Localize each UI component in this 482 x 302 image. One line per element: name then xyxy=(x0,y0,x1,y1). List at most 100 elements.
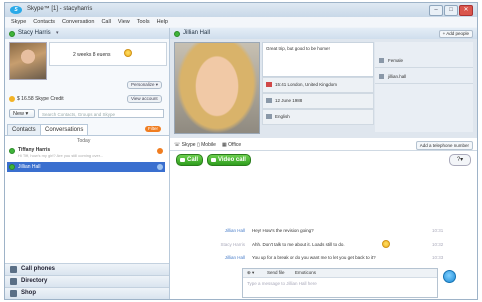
mood-text: 2 weeks 8 euens xyxy=(73,52,111,58)
search-input[interactable]: Search Contacts, Groups and Skype xyxy=(38,109,164,118)
add-people-button[interactable]: + Add people xyxy=(438,30,473,38)
personalize-button[interactable]: Personalize ▾ xyxy=(127,81,163,89)
compose-toolbar: ⊕ ▾ Send file Emoticons xyxy=(243,269,437,278)
message-row: Jillian Hall Hey! How's the revision goi… xyxy=(170,228,477,237)
today-label: Today xyxy=(77,138,91,144)
message-time: 10:31 xyxy=(432,228,444,233)
shop-label: Shop xyxy=(21,290,36,296)
unread-icon xyxy=(157,148,163,154)
user-name: Stacy Harris xyxy=(18,30,51,36)
menu-skype[interactable]: Skype xyxy=(11,17,26,27)
flag-icon xyxy=(266,82,272,87)
message-text: Hey! How's the revision going? xyxy=(252,228,314,233)
tab-skype[interactable]: ☏ Skype xyxy=(174,141,196,149)
credit-amount: $ 16.58 Skype Credit xyxy=(17,96,64,102)
skype-logo-icon: S xyxy=(10,6,22,14)
message-compose-box[interactable]: ⊕ ▾ Send file Emoticons Type a message t… xyxy=(242,268,438,298)
minimize-button[interactable]: – xyxy=(429,5,443,16)
tab-contacts[interactable]: Contacts xyxy=(7,124,41,135)
contact-details: Female jillian.hall xyxy=(375,42,473,132)
smiley-icon xyxy=(124,49,132,57)
menu-help[interactable]: Help xyxy=(157,17,168,27)
window-title: Skype™ [1] - stacyharris xyxy=(27,6,93,12)
message-row: Jillian Hall You up for a break or do yo… xyxy=(170,255,477,264)
conversation-pane: Jillian Hall + Add people Great trip, bu… xyxy=(170,28,477,299)
list-item-selected[interactable]: Jillian Hall xyxy=(7,162,165,172)
credit-coin-icon xyxy=(9,96,15,102)
phone-icon xyxy=(10,266,17,273)
menu-conversation[interactable]: Conversation xyxy=(62,17,94,27)
skype-name-row: jillian.hall xyxy=(375,70,473,84)
contact-photo[interactable] xyxy=(174,42,260,134)
contact-gender: Female xyxy=(388,58,404,63)
contact-tabs: Contacts Conversations Filter xyxy=(5,123,169,136)
shop-section[interactable]: Shop xyxy=(5,287,169,299)
skype-window: S Skype™ [1] - stacyharris – □ ✕ Skype C… xyxy=(4,2,478,300)
more-options-button[interactable]: ?▾ xyxy=(449,154,471,166)
menu-tools[interactable]: Tools xyxy=(137,17,150,27)
credit-row: $ 16.58 Skype Credit View account xyxy=(5,94,169,103)
call-phones-label: Call phones xyxy=(21,266,56,272)
online-status-icon xyxy=(9,148,15,154)
message-sender[interactable]: Jillian Hall xyxy=(225,228,245,233)
mood-message-box[interactable]: 2 weeks 8 euens xyxy=(49,42,167,66)
menu-bar: Skype Contacts Conversation Call View To… xyxy=(5,17,477,27)
online-status-icon[interactable] xyxy=(9,31,15,37)
video-call-button[interactable]: Video call xyxy=(207,154,251,166)
chat-icon xyxy=(157,164,163,170)
tab-conversations[interactable]: Conversations xyxy=(40,124,89,135)
send-file-button[interactable]: Send file xyxy=(267,269,285,277)
birthday-row: 12 June 1988 xyxy=(262,93,374,109)
call-phones-section[interactable]: Call phones xyxy=(5,263,169,275)
conversation-preview: Hi Tiff, how's my girl? Are you still co… xyxy=(18,153,104,158)
online-status-icon xyxy=(9,164,15,170)
calendar-icon xyxy=(266,98,272,103)
new-search-row: New ▾ Search Contacts, Groups and Skype xyxy=(5,108,169,120)
add-phone-number-button[interactable]: Add a telephone number xyxy=(415,141,473,150)
window-controls: – □ ✕ xyxy=(429,5,473,16)
contact-mood-text: Great trip, but good to be home! xyxy=(266,46,330,51)
call-button[interactable]: Call xyxy=(176,154,204,166)
menu-contacts[interactable]: Contacts xyxy=(33,17,55,27)
contact-skype-name: jillian.hall xyxy=(388,74,407,79)
video-call-button-label: Video call xyxy=(218,157,246,163)
language-row: English xyxy=(262,109,374,125)
contact-profile: Great trip, but good to be home! 15:41 L… xyxy=(170,39,477,138)
message-input[interactable]: Type a message to Jillian Hall here xyxy=(247,281,317,286)
conversation-name: Jillian Hall xyxy=(18,164,41,170)
contact-location: 15:41 London, United Kingdom xyxy=(275,82,338,87)
message-sender[interactable]: Stacy Harris xyxy=(220,242,245,247)
tab-mobile-label: Mobile xyxy=(201,142,216,148)
close-button[interactable]: ✕ xyxy=(459,5,473,16)
tab-office-label: Office xyxy=(228,142,242,148)
contact-mood-box: Great trip, but good to be home! xyxy=(262,42,374,77)
contact-name: Jillian Hall xyxy=(183,30,211,36)
gender-row: Female xyxy=(375,54,473,68)
message-sender[interactable]: Jillian Hall xyxy=(225,255,245,260)
online-status-icon xyxy=(174,31,180,37)
title-bar: S Skype™ [1] - stacyharris – □ ✕ xyxy=(5,3,477,17)
list-item[interactable]: Tiffany Harris Hi Tiff, how's my girl? A… xyxy=(7,146,165,161)
chevron-down-icon[interactable]: ▾ xyxy=(56,30,59,36)
filter-badge[interactable]: Filter xyxy=(145,126,161,132)
message-time: 10:33 xyxy=(432,255,444,260)
tab-mobile[interactable]: ▯ Mobile xyxy=(197,141,216,149)
directory-section[interactable]: Directory xyxy=(5,275,169,287)
tab-office[interactable]: ▦ Office xyxy=(222,141,241,149)
person-icon xyxy=(379,58,384,63)
message-text: Ahh. Don't talk to me about it. Loads st… xyxy=(252,242,345,247)
tab-skype-label: Skype xyxy=(181,142,196,148)
maximize-button[interactable]: □ xyxy=(444,5,458,16)
menu-call[interactable]: Call xyxy=(101,17,110,27)
menu-view[interactable]: View xyxy=(118,17,130,27)
user-avatar[interactable] xyxy=(9,42,47,80)
user-header[interactable]: Stacy Harris ▾ xyxy=(5,28,169,39)
smiley-icon xyxy=(382,240,390,248)
shop-icon xyxy=(10,290,17,297)
send-message-button[interactable] xyxy=(443,270,456,283)
view-account-button[interactable]: View account xyxy=(127,95,162,103)
new-button[interactable]: New ▾ xyxy=(9,109,35,118)
emoticons-button[interactable]: Emoticons xyxy=(295,269,316,277)
conversation-list: Today Tiffany Harris Hi Tiff, how's my g… xyxy=(5,136,169,263)
add-menu-button[interactable]: ⊕ ▾ xyxy=(247,269,254,277)
